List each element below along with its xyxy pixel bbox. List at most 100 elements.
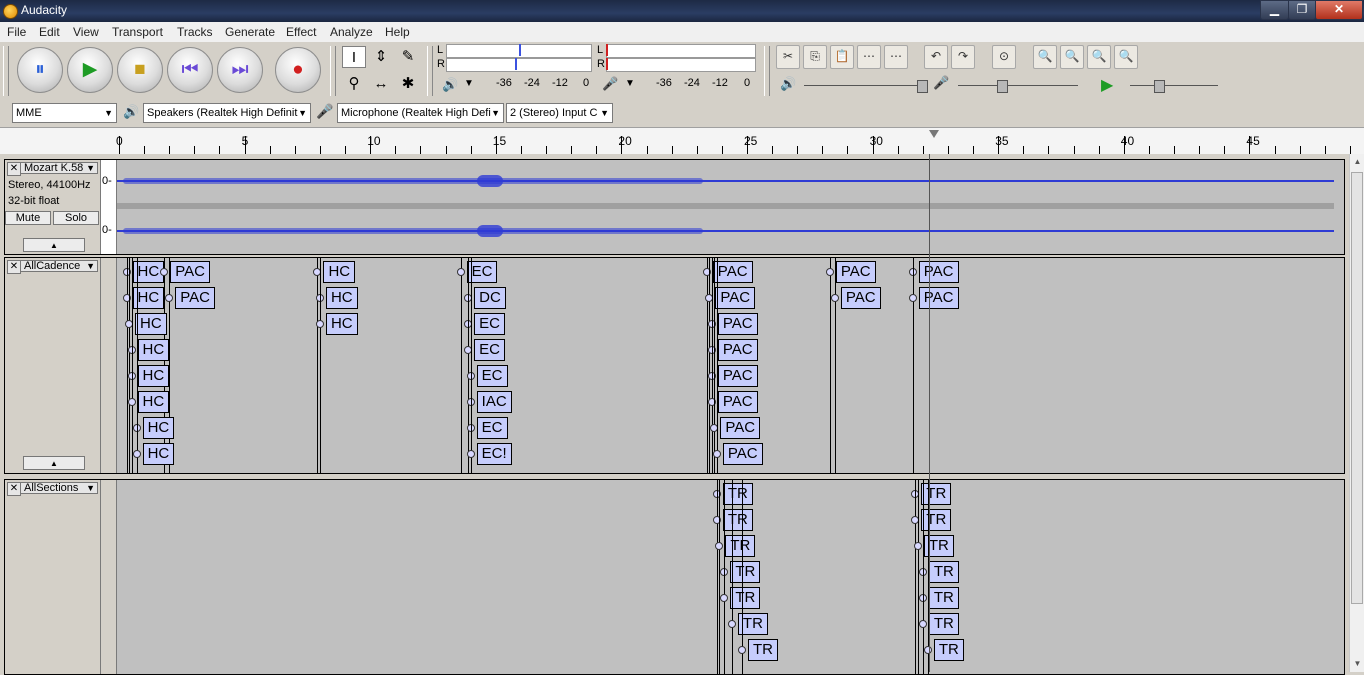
label-handle[interactable]: [712, 450, 721, 458]
zoom-out-button[interactable]: 🔍: [1060, 45, 1084, 69]
label-handle[interactable]: [127, 398, 136, 406]
label-handle[interactable]: [466, 450, 475, 458]
toolbar-grip[interactable]: [764, 46, 770, 96]
label-boundary-line[interactable]: [829, 258, 831, 473]
waveform-channel-left[interactable]: [117, 160, 1334, 209]
paste-button[interactable]: 📋: [830, 45, 854, 69]
record-button[interactable]: ●: [275, 47, 321, 93]
amplitude-scale[interactable]: 0- 0-: [101, 160, 117, 254]
trim-button[interactable]: ⋯: [857, 45, 881, 69]
undo-button[interactable]: ↶: [924, 45, 948, 69]
label-boundary-line[interactable]: [709, 258, 711, 473]
menu-tracks[interactable]: Tracks: [177, 25, 213, 39]
copy-button[interactable]: ⎘: [803, 45, 827, 69]
label-boundary-line[interactable]: [317, 258, 319, 473]
label-box[interactable]: HC: [137, 391, 170, 413]
time-shift-tool[interactable]: ↔: [369, 73, 393, 95]
stop-button[interactable]: ■: [117, 47, 163, 93]
label-boundary-line[interactable]: [716, 258, 718, 473]
draw-tool[interactable]: ✎: [396, 46, 420, 68]
label-boundary-line[interactable]: [126, 258, 128, 473]
label-box[interactable]: TR: [730, 561, 761, 583]
play-speed-thumb[interactable]: [1154, 80, 1165, 93]
label-boundary-line[interactable]: [319, 258, 321, 473]
label-box[interactable]: PAC: [717, 339, 758, 361]
track-name-menu[interactable]: AllCadence ▼: [20, 260, 98, 272]
label-box[interactable]: PAC: [175, 287, 215, 309]
label-handle[interactable]: [165, 294, 174, 302]
label-boundary-line[interactable]: [169, 258, 171, 473]
label-box[interactable]: PAC: [722, 443, 763, 465]
waveform-channel-right[interactable]: [117, 209, 1334, 254]
zoom-tool[interactable]: ⚲: [342, 73, 366, 95]
label-handle[interactable]: [727, 620, 736, 628]
record-volume-thumb[interactable]: [997, 80, 1008, 93]
label-boundary-line[interactable]: [460, 258, 462, 473]
pause-button[interactable]: ⏸: [17, 47, 63, 93]
label-boundary-line[interactable]: [741, 480, 743, 674]
scrollbar-thumb[interactable]: [1351, 172, 1363, 604]
label-box[interactable]: PAC: [717, 391, 758, 413]
label-handle[interactable]: [720, 594, 729, 602]
label-handle[interactable]: [830, 294, 839, 302]
label-boundary-line[interactable]: [724, 480, 726, 674]
label-box[interactable]: PAC: [170, 261, 210, 283]
label-boundary-line[interactable]: [719, 480, 721, 674]
solo-button[interactable]: Solo: [53, 211, 99, 225]
label-handle[interactable]: [825, 268, 834, 276]
label-box[interactable]: TR: [928, 587, 959, 609]
label-box[interactable]: PAC: [720, 417, 761, 439]
fit-selection-button[interactable]: 🔍: [1087, 45, 1111, 69]
label-box[interactable]: TR: [730, 587, 761, 609]
input-device-select[interactable]: Microphone (Realtek High Defi ▼: [337, 103, 504, 123]
chevron-down-icon[interactable]: ▼: [464, 78, 474, 89]
zoom-in-button[interactable]: 🔍: [1033, 45, 1057, 69]
maximize-button[interactable]: ❐: [1288, 0, 1316, 20]
input-channels-select[interactable]: 2 (Stereo) Input C ▼: [506, 103, 613, 123]
label-handle[interactable]: [160, 268, 169, 276]
redo-button[interactable]: ↷: [951, 45, 975, 69]
label-box[interactable]: HC: [325, 287, 358, 309]
label-boundary-line[interactable]: [470, 258, 472, 473]
label-boundary-line[interactable]: [834, 258, 836, 473]
label-box[interactable]: HC: [137, 339, 170, 361]
label-box[interactable]: TR: [933, 639, 964, 661]
host-select[interactable]: MME ▼: [12, 103, 117, 123]
label-box[interactable]: IAC: [476, 391, 512, 413]
label-boundary-line[interactable]: [131, 258, 133, 473]
microphone-icon[interactable]: 🎤: [602, 76, 618, 92]
selection-tool[interactable]: I: [342, 46, 366, 68]
label-box[interactable]: EC: [474, 339, 505, 361]
record-meter-left[interactable]: [606, 44, 756, 58]
menu-transport[interactable]: Transport: [112, 25, 163, 39]
chevron-down-icon[interactable]: ▼: [625, 78, 635, 89]
label-boundary-line[interactable]: [714, 258, 716, 473]
label-box[interactable]: TR: [928, 613, 959, 635]
label-box[interactable]: DC: [474, 287, 506, 309]
output-device-select[interactable]: Speakers (Realtek High Definit ▼: [143, 103, 311, 123]
sync-lock-button[interactable]: ⊙: [992, 45, 1016, 69]
label-boundary-line[interactable]: [917, 480, 919, 674]
label-box[interactable]: TR: [928, 561, 959, 583]
timeline-ruler[interactable]: 051015202530354045: [0, 128, 1364, 155]
fit-project-button[interactable]: 🔍: [1114, 45, 1138, 69]
record-meter-right[interactable]: [606, 58, 756, 72]
label-box[interactable]: PAC: [835, 261, 876, 283]
label-boundary-line[interactable]: [912, 258, 914, 473]
menu-analyze[interactable]: Analyze: [330, 25, 373, 39]
collapse-track-button[interactable]: ▲: [23, 238, 85, 252]
menu-view[interactable]: View: [73, 25, 99, 39]
label-box[interactable]: HC: [137, 365, 170, 387]
label-handle[interactable]: [913, 542, 922, 550]
label-boundary-line[interactable]: [711, 258, 713, 473]
collapse-track-button[interactable]: ▲: [23, 456, 85, 470]
playback-volume-thumb[interactable]: [917, 80, 928, 93]
label-lane[interactable]: HC PAC HC PAC HC HC HC HC HC HC HC HC HC EC DC EC EC EC IA…: [117, 258, 1344, 473]
close-track-button[interactable]: ✕: [7, 162, 21, 176]
label-boundary-line[interactable]: [731, 480, 733, 674]
label-boundary-line[interactable]: [922, 480, 924, 674]
label-handle[interactable]: [456, 268, 465, 276]
mute-button[interactable]: Mute: [5, 211, 51, 225]
label-handle[interactable]: [715, 542, 724, 550]
label-box[interactable]: EC: [474, 313, 505, 335]
